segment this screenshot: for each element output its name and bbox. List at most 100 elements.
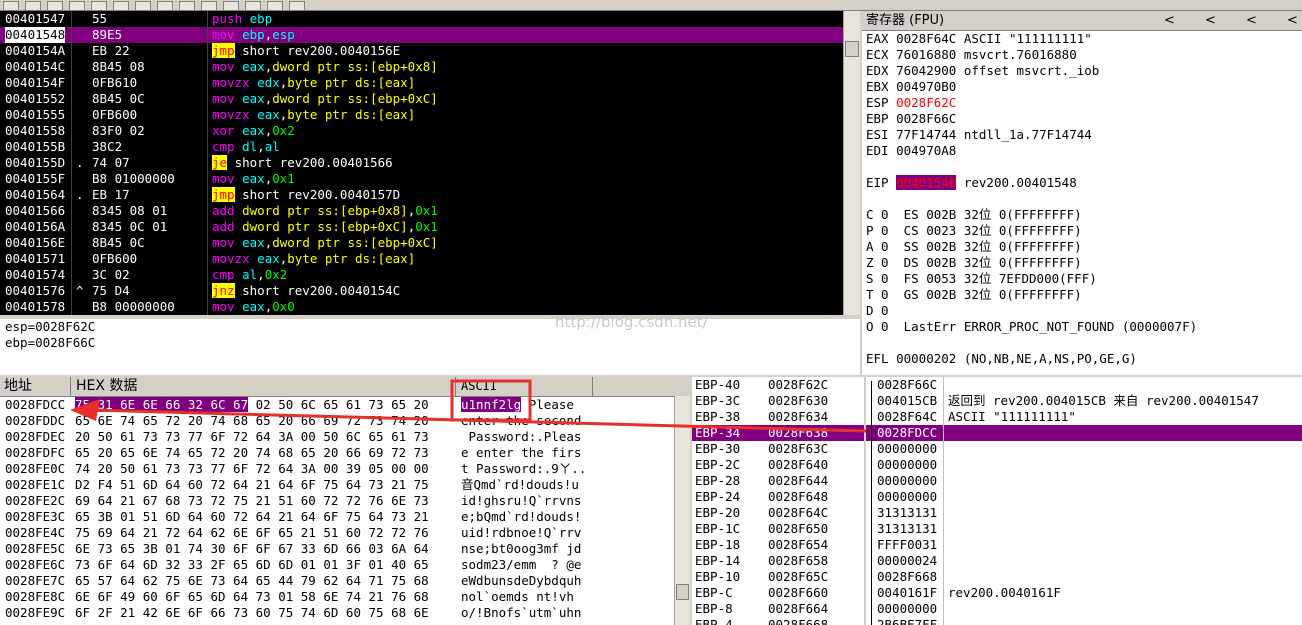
disasm-row[interactable]: 00401574 3C 02 cmp al,0x2 xyxy=(0,267,843,283)
toolbar-button[interactable] xyxy=(201,1,217,11)
dump-col-hex[interactable]: HEX 数据 xyxy=(70,377,137,396)
register-line[interactable]: Z 0 DS 002B 32位 0(FFFFFFFF) xyxy=(866,255,1082,271)
dump-row[interactable]: 0028FE9C 6F 2F 21 42 6E 6F 66 73 60 75 74… xyxy=(0,605,690,621)
dump-row[interactable]: 0028FDDC 65 6E 74 65 72 20 74 68 65 20 66… xyxy=(0,413,690,429)
stack-row[interactable]: 31313131 xyxy=(866,521,1302,537)
register-line[interactable]: S 0 FS 0053 32位 7EFDD000(FFF) xyxy=(866,271,1097,287)
stack-local-row[interactable]: EBP-1C 0028F650 xyxy=(692,521,864,537)
disasm-row[interactable]: 00401548 89E5 mov ebp,esp xyxy=(0,27,843,43)
register-line[interactable]: EIP 00401548 rev200.00401548 xyxy=(866,175,1077,191)
disasm-row[interactable]: 0040156A 8345 0C 01 add dword ptr ss:[ebp+… xyxy=(0,219,843,235)
stack-row[interactable]: FFFF0031 xyxy=(866,537,1302,553)
stack-row[interactable]: 31313131 xyxy=(866,505,1302,521)
toolbar-button[interactable] xyxy=(179,1,195,11)
stack-local-row[interactable]: EBP-3C 0028F630 xyxy=(692,393,864,409)
toolbar-button[interactable] xyxy=(3,1,19,11)
arrow-left-icon[interactable]: < xyxy=(1205,11,1216,30)
stack-row[interactable]: 00000000 xyxy=(866,457,1302,473)
stack-row[interactable]: 00000000 xyxy=(866,489,1302,505)
dump-row[interactable]: 0028FDFC 65 20 65 6E 74 65 72 20 74 68 65… xyxy=(0,445,690,461)
toolbar-button[interactable] xyxy=(47,1,63,11)
register-line[interactable]: EBX 004970B0 xyxy=(866,79,956,95)
disasm-row[interactable]: 0040155B 38C2 cmp dl,al xyxy=(0,139,843,155)
stack-local-row[interactable]: EBP-20 0028F64C xyxy=(692,505,864,521)
register-line[interactable]: EAX 0028F64C ASCII "111111111" xyxy=(866,31,1092,47)
toolbar-button[interactable] xyxy=(223,1,239,11)
stack-row[interactable]: 0028FDCC xyxy=(866,425,1302,441)
dump-row[interactable]: 0028FE8C 6E 6F 49 60 6F 65 6D 64 73 01 58… xyxy=(0,589,690,605)
disasm-row[interactable]: 0040155D. 74 07 je short rev200.00401566 xyxy=(0,155,843,171)
toolbar-button[interactable] xyxy=(289,1,305,11)
disasm-row[interactable]: 00401576 ^ 75 D4 jnz short rev200.0040154C xyxy=(0,283,843,299)
dump-col-ascii[interactable]: ASCII xyxy=(455,377,497,396)
dump-row[interactable]: 0028FDCC 75 31 6E 6E 66 32 6C 67 02 50 6C… xyxy=(0,397,690,413)
register-line[interactable]: EDX 76042900 offset msvcrt._iob xyxy=(866,63,1099,79)
stack-local-row[interactable]: EBP-34 0028F638 xyxy=(692,425,864,441)
register-line[interactable]: C 0 ES 002B 32位 0(FFFFFFFF) xyxy=(866,207,1082,223)
stack-row[interactable]: 004015CB 返回到 rev200.004015CB 来自 rev200.00… xyxy=(866,393,1302,409)
stack-row[interactable]: 00000000 xyxy=(866,473,1302,489)
stack-row[interactable]: 2B6BE7FF xyxy=(866,617,1302,625)
arrow-left-icon[interactable]: < xyxy=(1164,11,1175,30)
dump-row[interactable]: 0028FE3C 65 3B 01 51 6D 64 60 72 64 21 64… xyxy=(0,509,690,525)
memory-dump-pane[interactable]: 地址 HEX 数据 ASCII 0028FDCC 75 31 6E 6E 66 3… xyxy=(0,377,690,625)
stack-row[interactable]: 00000000 xyxy=(866,441,1302,457)
register-line[interactable]: A 0 SS 002B 32位 0(FFFFFFFF) xyxy=(866,239,1082,255)
disasm-row[interactable]: 00401578 B8 00000000 mov eax,0x0 xyxy=(0,299,843,315)
stack-local-row[interactable]: EBP-14 0028F658 xyxy=(692,553,864,569)
disasm-row[interactable]: 00401558 83F0 02 xor eax,0x2 xyxy=(0,123,843,139)
stack-row[interactable]: 0028F66C xyxy=(866,377,1302,393)
stack-locals-pane[interactable]: EBP-40 0028F62C EBP-3C 0028F630 EBP-38 0028F6… xyxy=(692,377,864,625)
dump-row[interactable]: 0028FE6C 73 6F 64 6D 32 33 2F 65 6D 6D 01… xyxy=(0,557,690,573)
register-line[interactable]: T 0 GS 002B 32位 0(FFFFFFFF) xyxy=(866,287,1082,303)
toolbar-button[interactable] xyxy=(69,1,85,11)
stack-local-row[interactable]: EBP-30 0028F63C xyxy=(692,441,864,457)
toolbar-button[interactable] xyxy=(113,1,129,11)
arrow-left-icon[interactable]: < xyxy=(1287,11,1298,30)
disassembly-pane[interactable]: 00401547 55 push ebp 00401548 89E5 mov ebp,es… xyxy=(0,11,843,315)
register-line[interactable]: ESI 77F14744 ntdll_1a.77F14744 xyxy=(866,127,1092,143)
stack-local-row[interactable]: EBP-2C 0028F640 xyxy=(692,457,864,473)
stack-row[interactable]: 0040161F rev200.0040161F xyxy=(866,585,1302,601)
register-line[interactable]: P 0 CS 0023 32位 0(FFFFFFFF) xyxy=(866,223,1082,239)
disasm-row[interactable]: 0040154A EB 22 jmp short rev200.0040156E xyxy=(0,43,843,59)
toolbar-button[interactable] xyxy=(91,1,107,11)
dump-row[interactable]: 0028FE1C D2 F4 51 6D 64 60 72 64 21 64 6F… xyxy=(0,477,690,493)
disasm-row[interactable]: 00401552 8B45 0C mov eax,dword ptr ss:[ebp… xyxy=(0,91,843,107)
stack-local-row[interactable]: EBP-8 0028F664 xyxy=(692,601,864,617)
disasm-row[interactable]: 00401564. EB 17 jmp short rev200.0040157D xyxy=(0,187,843,203)
stack-local-row[interactable]: EBP-38 0028F634 xyxy=(692,409,864,425)
registers-pane[interactable]: 寄存器 (FPU) < < < < EAX 0028F64C ASCII "11… xyxy=(862,11,1302,375)
disasm-row[interactable]: 0040154C 8B45 08 mov eax,dword ptr ss:[ebp… xyxy=(0,59,843,75)
disasm-row[interactable]: 00401571 0FB600 movzx eax,byte ptr ds:[eax… xyxy=(0,251,843,267)
register-line[interactable]: ECX 76016880 msvcrt.76016880 xyxy=(866,47,1077,63)
disasm-row[interactable]: 0040156E 8B45 0C mov eax,dword ptr ss:[ebp… xyxy=(0,235,843,251)
disasm-row[interactable]: 0040154F 0FB610 movzx edx,byte ptr ds:[eax… xyxy=(0,75,843,91)
register-line[interactable]: EBP 0028F66C xyxy=(866,111,956,127)
dump-row[interactable]: 0028FE2C 69 64 21 67 68 73 72 75 21 51 60… xyxy=(0,493,690,509)
dump-row[interactable]: 0028FE7C 65 57 64 62 75 6E 73 64 65 44 79… xyxy=(0,573,690,589)
stack-local-row[interactable]: EBP-C 0028F660 xyxy=(692,585,864,601)
dump-scrollbar[interactable] xyxy=(674,396,690,625)
toolbar-button[interactable] xyxy=(245,1,261,11)
stack-row[interactable]: 0028F668 xyxy=(866,569,1302,585)
stack-row[interactable]: 00000000 xyxy=(866,601,1302,617)
toolbar-button[interactable] xyxy=(25,1,41,11)
toolbar-button[interactable] xyxy=(135,1,151,11)
register-line[interactable]: D 0 xyxy=(866,303,889,319)
dump-row[interactable]: 0028FE5C 6E 73 65 3B 01 74 30 6F 6F 67 33… xyxy=(0,541,690,557)
stack-local-row[interactable]: EBP-10 0028F65C xyxy=(692,569,864,585)
disasm-row[interactable]: 00401547 55 push ebp xyxy=(0,11,843,27)
register-line[interactable]: ESP 0028F62C xyxy=(866,95,956,111)
register-line[interactable]: EFL 00000202 (NO,NB,NE,A,NS,PO,GE,G) xyxy=(866,351,1137,367)
dump-row[interactable]: 0028FE0C 74 20 50 61 73 73 77 6F 72 64 3A… xyxy=(0,461,690,477)
arrow-left-icon[interactable]: < xyxy=(1246,11,1257,30)
stack-local-row[interactable]: EBP-40 0028F62C xyxy=(692,377,864,393)
dump-row[interactable]: 0028FDEC 20 50 61 73 73 77 6F 72 64 3A 00… xyxy=(0,429,690,445)
stack-row[interactable]: 0028F64C ASCII "111111111" xyxy=(866,409,1302,425)
register-line[interactable]: O 0 LastErr ERROR_PROC_NOT_FOUND (000000… xyxy=(866,319,1197,335)
stack-local-row[interactable]: EBP-18 0028F654 xyxy=(692,537,864,553)
disasm-row[interactable]: 00401555 0FB600 movzx eax,byte ptr ds:[eax… xyxy=(0,107,843,123)
stack-local-row[interactable]: EBP-24 0028F648 xyxy=(692,489,864,505)
stack-local-row[interactable]: EBP-28 0028F644 xyxy=(692,473,864,489)
